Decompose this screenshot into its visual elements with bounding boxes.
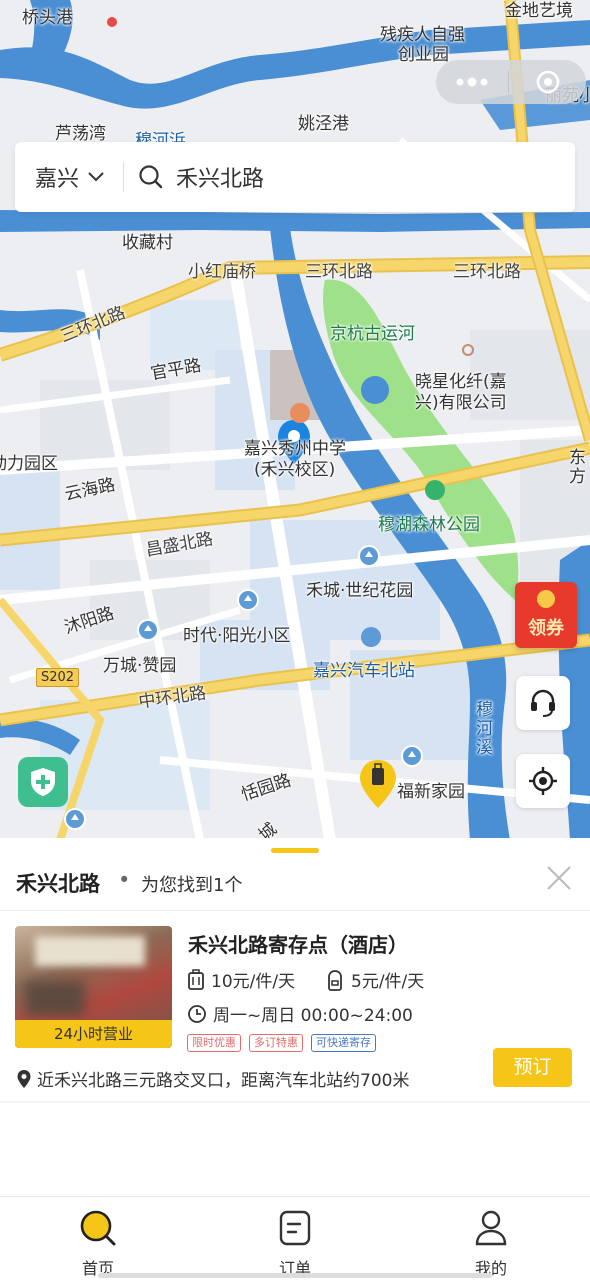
map-label: 三环北路: [305, 262, 373, 282]
map-label: 金地艺境: [505, 1, 573, 21]
open-hours-text: 周一~周日 00:00~24:00: [213, 1006, 413, 1026]
map-label: 收藏村: [122, 233, 173, 253]
shield-plus-icon: [31, 768, 55, 796]
coupon-seal-icon: [537, 590, 555, 608]
city-selector[interactable]: 嘉兴: [15, 142, 123, 212]
map-label: 禾城·世纪花园: [306, 581, 414, 601]
separator-dot: •: [118, 868, 131, 892]
map-label: 姚泾港: [298, 114, 349, 134]
home-search-icon: [80, 1210, 116, 1246]
close-icon[interactable]: [544, 863, 574, 893]
suitcase-icon: [188, 968, 204, 990]
search-input[interactable]: 禾兴北路: [124, 142, 575, 212]
store-photo: 24小时营业: [15, 926, 172, 1048]
home-indicator: [98, 1273, 492, 1278]
search-bar: 嘉兴 禾兴北路: [15, 142, 575, 212]
map-label: 嘉兴汽车北站: [313, 661, 415, 681]
map-label: 小红庙桥: [188, 262, 256, 282]
results-road-name: 禾兴北路: [16, 872, 100, 896]
map-label: 福新家园: [397, 782, 465, 802]
price-small-luggage: 5元/件/天: [325, 967, 424, 992]
order-list-icon: [279, 1210, 311, 1246]
target-circle-icon: [536, 70, 559, 94]
backpack-icon: [328, 969, 342, 991]
map-label: 芦荡湾: [55, 124, 106, 144]
photo-detail: [25, 981, 85, 1016]
results-header: 禾兴北路 • 为您找到1个: [0, 860, 590, 910]
store-name: 禾兴北路寄存点（酒店）: [188, 933, 408, 957]
map-label: 时代·阳光小区: [183, 626, 291, 646]
photo-detail: [35, 936, 145, 966]
map-label: 兴)有限公司: [415, 393, 507, 413]
residence-icon: [64, 808, 86, 830]
map-label: (禾兴校区): [254, 460, 336, 480]
residence-icon: [137, 619, 159, 641]
safety-shield-button[interactable]: [18, 757, 68, 807]
map-label: 桥头港: [22, 8, 73, 28]
residence-icon: [237, 589, 259, 611]
map-label: 穆河溪: [472, 700, 492, 757]
search-query: 禾兴北路: [176, 167, 265, 192]
store-address: 近禾兴北路三元路交叉口，距离汽车北站约700米: [16, 1066, 409, 1091]
location-pin-icon: [17, 1069, 31, 1088]
coupon-label: 领券: [528, 618, 564, 639]
promo-tag: 多订特惠: [249, 1034, 303, 1052]
promo-tag: 限时优惠: [187, 1034, 241, 1052]
coupon-button[interactable]: 领券: [515, 582, 577, 648]
tab-mine[interactable]: 我的: [441, 1209, 541, 1279]
map-view[interactable]: 桥头港 金地艺境 残疾人自强 创业园 丽苑小 芦荡湾 穆河浜 姚泾港 收藏村 小…: [0, 0, 590, 840]
price-large-text: 10元/件/天: [211, 972, 296, 992]
divider: [0, 1101, 590, 1103]
residence-icon: [358, 545, 380, 567]
hours-badge: 24小时营业: [15, 1020, 172, 1048]
results-count: 为您找到1个: [141, 875, 243, 896]
address-text: 近禾兴北路三元路交叉口，距离汽车北站约700米: [37, 1071, 410, 1091]
map-label: 三环北路: [453, 262, 521, 282]
service-tag: 可快递寄存: [311, 1034, 376, 1052]
drag-handle[interactable]: [271, 848, 319, 853]
results-sheet: 禾兴北路 • 为您找到1个 24小时营业 禾兴北路寄存点（酒店） 10元/件/天: [0, 838, 590, 1196]
search-icon: [139, 165, 163, 189]
crosshair-icon: [529, 767, 557, 795]
miniprogram-capsule: [436, 60, 586, 104]
price-small-text: 5元/件/天: [351, 972, 425, 992]
more-button[interactable]: [436, 60, 508, 104]
highway-shield: S202: [36, 668, 80, 687]
headset-icon: [531, 689, 555, 717]
book-button[interactable]: 预订: [493, 1048, 572, 1087]
more-dots-icon: [456, 77, 488, 87]
city-label: 嘉兴: [35, 167, 80, 192]
map-label: 万城·赞园: [103, 656, 177, 676]
chevron-down-icon: [88, 172, 104, 182]
exit-button[interactable]: [509, 60, 586, 104]
tab-home[interactable]: 首页: [48, 1209, 148, 1279]
open-hours: 周一~周日 00:00~24:00: [187, 1001, 413, 1026]
map-label: 动力园区: [0, 454, 58, 474]
map-label: 穆湖森林公园: [378, 515, 480, 535]
tab-orders[interactable]: 订单: [245, 1209, 345, 1279]
map-label: 东方: [565, 448, 585, 486]
map-label: 京杭古运河: [330, 324, 415, 344]
customer-service-button[interactable]: [516, 676, 570, 730]
clock-icon: [188, 1004, 206, 1023]
price-large-luggage: 10元/件/天: [187, 967, 295, 992]
user-icon: [475, 1210, 507, 1246]
residence-icon: [401, 745, 423, 767]
tab-bar: 首页 订单 我的: [0, 1196, 590, 1281]
store-card[interactable]: 24小时营业 禾兴北路寄存点（酒店） 10元/件/天 5元/件/天 周一~周日 …: [0, 911, 590, 1101]
locate-me-button[interactable]: [516, 754, 570, 808]
